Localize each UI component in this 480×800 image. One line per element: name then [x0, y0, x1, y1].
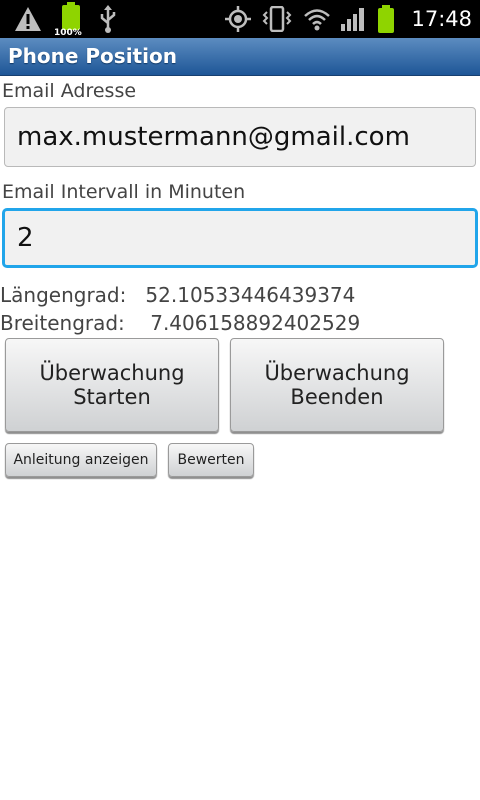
wifi-icon [303, 7, 331, 31]
title-bar: Phone Position [0, 38, 480, 76]
vibrate-icon [261, 6, 293, 32]
stop-monitoring-button[interactable]: Überwachung Beenden [230, 338, 444, 432]
battery-percent: 100% [54, 28, 82, 38]
status-bar-left: 100% [14, 2, 118, 38]
stop-monitoring-line2: Beenden [290, 385, 384, 409]
show-guide-button[interactable]: Anleitung anzeigen [5, 443, 157, 477]
app-title: Phone Position [8, 44, 177, 68]
longitude-text: Längengrad: 52.10533446439374 [0, 283, 356, 307]
interval-value: 2 [17, 223, 34, 253]
battery-icon [377, 5, 395, 33]
email-value: max.mustermann@gmail.com [17, 122, 410, 152]
email-field[interactable]: max.mustermann@gmail.com [4, 107, 476, 167]
latitude-text: Breitengrad: 7.406158892402529 [0, 311, 361, 335]
stop-monitoring-line1: Überwachung [264, 361, 410, 385]
start-monitoring-line2: Starten [73, 385, 151, 409]
email-label: Email Adresse [2, 80, 137, 102]
start-monitoring-label: Überwachung Starten [39, 361, 184, 409]
status-bar: 100% 17:48 [0, 0, 480, 38]
warning-icon [14, 6, 42, 32]
interval-label: Email Intervall in Minuten [2, 181, 246, 203]
battery-full-icon: 100% [54, 2, 84, 38]
start-monitoring-line1: Überwachung [39, 361, 185, 385]
signal-icon [341, 7, 367, 31]
start-monitoring-button[interactable]: Überwachung Starten [5, 338, 219, 432]
usb-icon [98, 5, 118, 33]
status-bar-right: 17:48 [225, 0, 472, 38]
gps-icon [225, 6, 252, 32]
rate-button[interactable]: Bewerten [168, 443, 254, 477]
stop-monitoring-label: Überwachung Beenden [264, 361, 409, 409]
interval-field[interactable]: 2 [2, 208, 478, 268]
clock: 17:48 [411, 7, 472, 31]
